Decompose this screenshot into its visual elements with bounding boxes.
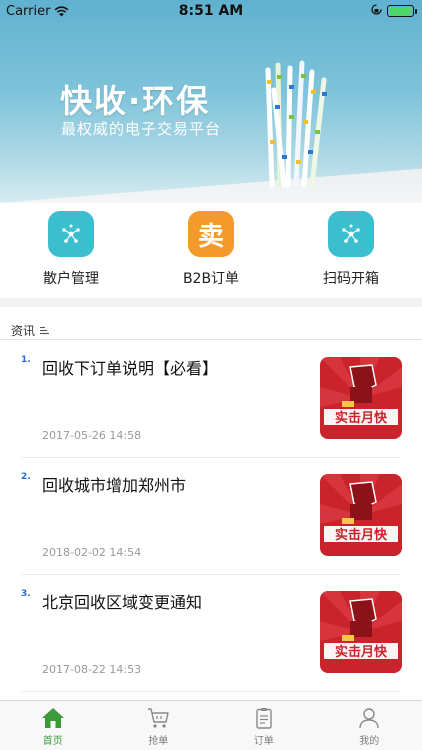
banner[interactable]: 快收·环保 最权威的电子交易平台 Carrier 8:51 AM [0,0,422,203]
banner-subtitle: 最权威的电子交易平台 [61,120,222,138]
molecule-icon [328,211,374,257]
category-label: B2B订单 [182,271,240,287]
category-scan-open-box[interactable]: 扫码开箱 [296,211,406,288]
news-index: 1. [21,355,31,365]
news-item[interactable]: 3. 北京回收区域变更通知 2017-08-22 14:53 实击月快 [0,575,422,692]
tab-home[interactable]: 首页 [0,701,106,750]
category-label: 散户管理 [43,271,99,287]
user-icon [359,708,379,729]
battery-icon [387,5,417,17]
status-bar: Carrier 8:51 AM [0,0,422,22]
thumb-text: 实击月快 [335,644,388,660]
news-date: 2018-02-02 14:54 [42,546,142,559]
tab-label: 首页 [42,736,63,747]
banner-floor [0,168,422,203]
category-label: 扫码开箱 [323,271,379,287]
category-row: 散户管理 卖 B2B订单 扫码开箱 [0,203,422,298]
banner-title: 快收·环保 [60,82,211,120]
tab-bar: 首页 抢单 订单 我的 [0,700,422,750]
tab-label: 订单 [253,736,274,747]
test-strips-illustration [265,60,327,188]
thumb-text: 实击月快 [335,527,388,543]
news-title: 北京回收区域变更通知 [42,593,203,612]
sell-icon: 卖 [188,211,234,257]
tab-label: 抢单 [148,736,169,747]
divider [21,691,401,692]
news-thumbnail: 实击月快 [320,357,402,439]
thumb-text: 实击月快 [335,410,388,426]
molecule-icon [48,211,94,257]
news-section: 资讯 1. 回收下订单说明【必看】 2017-05-26 14:58 实击月快 … [0,307,422,703]
news-header-label: 资讯 [11,323,36,338]
category-retail-management[interactable]: 散户管理 [16,211,126,288]
orientation-lock-icon [371,4,382,15]
news-item[interactable]: 2. 回收城市增加郑州市 2018-02-02 14:54 实击月快 [0,458,422,575]
news-index: 3. [21,589,31,599]
news-thumbnail: 实击月快 [320,591,402,673]
status-time: 8:51 AM [178,3,244,19]
news-date: 2017-05-26 14:58 [42,429,142,442]
tab-orders[interactable]: 订单 [211,701,317,750]
news-thumbnail: 实击月快 [320,474,402,556]
cart-icon [148,708,169,728]
tab-grab-order[interactable]: 抢单 [106,701,212,750]
category-b2b-orders[interactable]: 卖 B2B订单 [156,211,266,288]
news-title: 回收城市增加郑州市 [42,476,187,495]
tab-label: 我的 [359,736,380,747]
news-header[interactable]: 资讯 [0,307,422,340]
tab-profile[interactable]: 我的 [317,701,422,750]
news-item[interactable]: 1. 回收下订单说明【必看】 2017-05-26 14:58 实击月快 [0,341,422,458]
news-index: 2. [21,472,31,482]
home-icon [41,708,64,728]
clipboard-icon [256,708,272,729]
news-date: 2017-08-22 14:53 [42,663,142,676]
list-icon [40,326,50,334]
news-title: 回收下订单说明【必看】 [42,359,219,378]
